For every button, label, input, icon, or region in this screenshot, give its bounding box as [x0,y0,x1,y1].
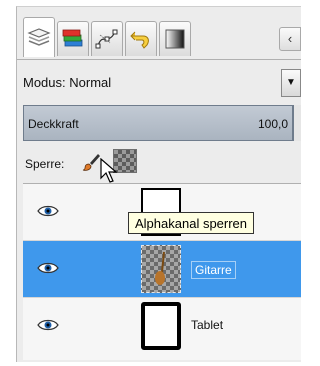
eye-icon[interactable] [37,261,59,275]
undo-icon [130,31,149,49]
layer-thumbnail [141,245,181,293]
dock-menu-button[interactable]: ‹ [279,27,301,51]
guitar-thumbnail-icon [155,251,165,285]
opacity-spin-button[interactable] [293,105,301,141]
mode-dropdown[interactable]: Modus: Normal [23,75,111,90]
layers-dock: ‹ Modus: Normal ▼ Deckkraft 100,0 Sperre… [16,6,301,362]
layer-name[interactable]: Gitarre [191,261,236,279]
paths-icon [95,29,118,49]
eye-icon[interactable] [37,204,59,218]
tab-gradients[interactable] [159,21,191,56]
tab-channels[interactable] [57,21,89,56]
tab-undo-history[interactable] [125,21,157,56]
layer-row[interactable]: Tablet [23,298,301,354]
eye-icon[interactable] [37,318,59,332]
opacity-value: 100,0 [257,117,288,131]
chevron-down-icon[interactable]: ▼ [281,69,301,97]
layers-list: Gitarre Tablet [23,183,301,360]
layer-row-selected[interactable]: Gitarre [23,241,301,297]
lock-label: Sperre: [25,157,65,171]
dock-tab-bar: ‹ [17,13,301,60]
mouse-cursor-icon [100,158,118,183]
tab-layers[interactable] [23,17,55,57]
gradient-icon [165,29,185,49]
layers-icon [27,27,51,46]
channels-icon [62,29,83,47]
opacity-slider[interactable]: Deckkraft 100,0 [23,105,293,141]
tooltip: Alphakanal sperren [128,212,255,234]
layer-thumbnail [141,302,181,350]
layer-name[interactable]: Tablet [191,318,223,332]
tab-paths[interactable] [91,21,123,56]
lock-pixels-brush-icon[interactable] [81,152,101,172]
opacity-label: Deckkraft [28,117,79,131]
